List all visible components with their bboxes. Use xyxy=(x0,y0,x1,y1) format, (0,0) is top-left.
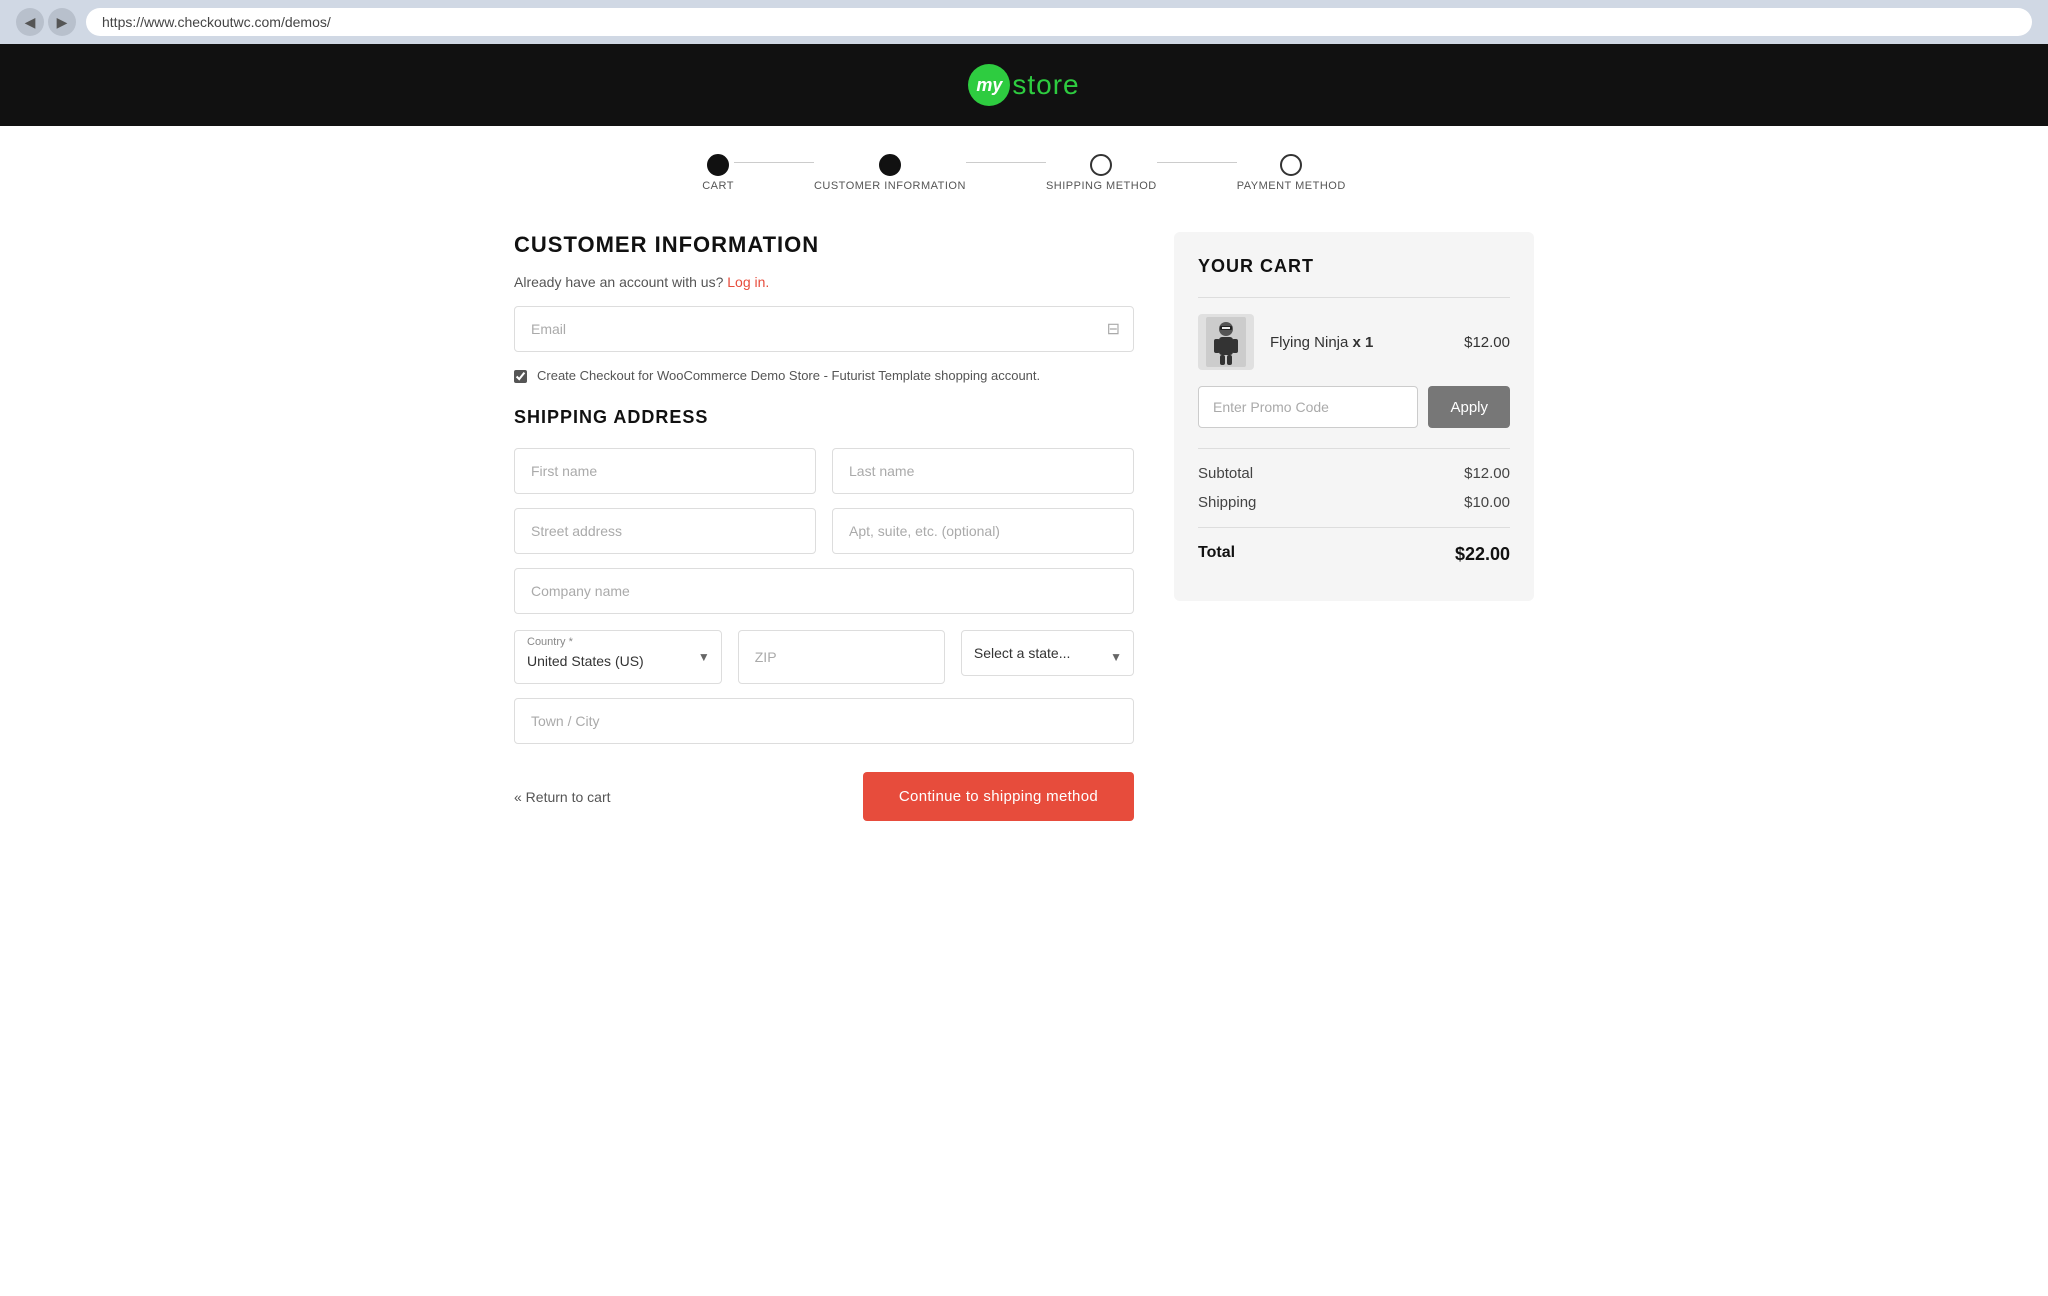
site-header: my store xyxy=(0,44,2048,126)
return-link[interactable]: « Return to cart xyxy=(514,789,611,805)
apply-button[interactable]: Apply xyxy=(1428,386,1510,428)
browser-chrome: ◀ ▶ xyxy=(0,0,2048,44)
country-label: Country * xyxy=(527,636,573,648)
logo-text: store xyxy=(1012,69,1079,101)
cart-item-name: Flying Ninja x 1 xyxy=(1270,334,1448,351)
state-wrapper: Select a state... ▼ xyxy=(961,630,1134,684)
cart-divider-bottom xyxy=(1198,527,1510,528)
street-field[interactable] xyxy=(514,508,816,554)
zip-field[interactable] xyxy=(738,630,945,684)
step-line-1 xyxy=(734,162,814,163)
logo: my store xyxy=(968,64,1079,106)
name-row xyxy=(514,448,1134,494)
cart-item-price: $12.00 xyxy=(1464,334,1510,351)
state-select[interactable]: Select a state... xyxy=(961,630,1134,676)
shipping-address-title: SHIPPING ADDRESS xyxy=(514,407,1134,428)
total-row: Total $22.00 xyxy=(1198,544,1510,565)
city-field[interactable] xyxy=(514,698,1134,744)
total-value: $22.00 xyxy=(1455,544,1510,565)
promo-input[interactable] xyxy=(1198,386,1418,428)
step-payment-label: PAYMENT METHOD xyxy=(1237,180,1346,192)
step-line-3 xyxy=(1157,162,1237,163)
checkbox-label: Create Checkout for WooCommerce Demo Sto… xyxy=(537,368,1040,383)
city-wrapper xyxy=(514,698,1134,744)
progress-steps: CART CUSTOMER INFORMATION SHIPPING METHO… xyxy=(0,126,2048,202)
step-payment-circle xyxy=(1280,154,1302,176)
step-cart: CART xyxy=(702,154,734,192)
cart-item: Flying Ninja x 1 $12.00 xyxy=(1198,314,1510,370)
company-field[interactable] xyxy=(514,568,1134,614)
step-shipping-label: SHIPPING METHOD xyxy=(1046,180,1157,192)
subtotal-value: $12.00 xyxy=(1464,465,1510,482)
country-wrapper: Country * United States (US) ▼ xyxy=(514,630,722,684)
step-customer-circle xyxy=(879,154,901,176)
step-line-2 xyxy=(966,162,1046,163)
subtotal-label: Subtotal xyxy=(1198,465,1253,482)
address-bar[interactable] xyxy=(86,8,2032,36)
subtotal-row: Subtotal $12.00 xyxy=(1198,465,1510,482)
page-wrapper: my store CART CUSTOMER INFORMATION SHIPP… xyxy=(0,44,2048,1296)
content-area: CUSTOMER INFORMATION Already have an acc… xyxy=(474,202,1574,851)
email-wrapper: ⊟ xyxy=(514,306,1134,352)
shipping-value: $10.00 xyxy=(1464,494,1510,511)
step-shipping: SHIPPING METHOD xyxy=(1046,154,1157,192)
create-account-checkbox[interactable] xyxy=(514,370,527,383)
back-button[interactable]: ◀ xyxy=(16,8,44,36)
step-cart-label: CART xyxy=(702,180,734,192)
company-wrapper xyxy=(514,568,1134,614)
customer-info-title: CUSTOMER INFORMATION xyxy=(514,232,1134,258)
promo-row: Apply xyxy=(1198,386,1510,428)
street-row xyxy=(514,508,1134,554)
country-zip-row: Country * United States (US) ▼ Select a … xyxy=(514,630,1134,684)
form-actions: « Return to cart Continue to shipping me… xyxy=(514,772,1134,821)
forward-button[interactable]: ▶ xyxy=(48,8,76,36)
cart-divider-top xyxy=(1198,297,1510,298)
cart-section: YOUR CART xyxy=(1174,232,1534,821)
total-label: Total xyxy=(1198,544,1235,565)
step-payment: PAYMENT METHOD xyxy=(1237,154,1346,192)
cart-divider-mid xyxy=(1198,448,1510,449)
last-name-field[interactable] xyxy=(832,448,1134,494)
checkbox-row: Create Checkout for WooCommerce Demo Sto… xyxy=(514,368,1134,383)
nav-buttons: ◀ ▶ xyxy=(16,8,76,36)
step-shipping-circle xyxy=(1090,154,1112,176)
logo-circle: my xyxy=(968,64,1010,106)
shipping-label: Shipping xyxy=(1198,494,1256,511)
cart-title: YOUR CART xyxy=(1198,256,1510,277)
step-customer: CUSTOMER INFORMATION xyxy=(814,154,966,192)
login-notice: Already have an account with us? Log in. xyxy=(514,274,1134,290)
step-customer-label: CUSTOMER INFORMATION xyxy=(814,180,966,192)
first-name-field[interactable] xyxy=(514,448,816,494)
login-link[interactable]: Log in. xyxy=(727,274,769,290)
cart-box: YOUR CART xyxy=(1174,232,1534,601)
shipping-row: Shipping $10.00 xyxy=(1198,494,1510,511)
step-cart-circle xyxy=(707,154,729,176)
apt-field[interactable] xyxy=(832,508,1134,554)
cart-item-image xyxy=(1198,314,1254,370)
form-section: CUSTOMER INFORMATION Already have an acc… xyxy=(514,232,1134,821)
card-icon: ⊟ xyxy=(1107,319,1120,339)
continue-button[interactable]: Continue to shipping method xyxy=(863,772,1134,821)
email-field[interactable] xyxy=(514,306,1134,352)
